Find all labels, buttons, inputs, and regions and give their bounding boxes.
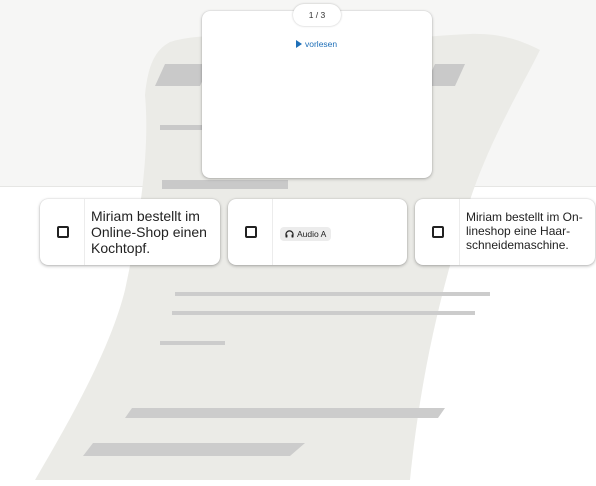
paper-line [175,292,490,296]
headphones-icon [285,230,294,238]
question-card: vorlesen [202,11,432,178]
play-icon [296,40,302,48]
audio-button[interactable]: Audio A [280,227,332,241]
paper-line [160,341,225,345]
paper-line [83,443,305,456]
answer-option-2[interactable]: Audio A [228,199,407,265]
checkbox[interactable] [245,226,257,238]
paper-line [160,125,202,130]
answer-option-1[interactable]: Miriam bestellt im Online-Shop einen Koc… [40,199,220,265]
option-divider [459,199,460,265]
checkbox[interactable] [57,226,69,238]
read-aloud-label: vorlesen [305,39,338,49]
audio-label: Audio A [297,229,327,239]
answer-option-3[interactable]: Miriam bestellt im On-lineshop eine Haar… [415,199,595,265]
option-text: Miriam bestellt im On-lineshop eine Haar… [466,210,583,252]
option-divider [272,199,273,265]
paper-line [172,311,475,315]
option-text: Miriam bestellt im Online-Shop einen Koc… [91,208,207,256]
question-counter: 1 / 3 [293,4,341,26]
option-divider [84,199,85,265]
paper-line [162,180,288,189]
paper-line [125,408,445,418]
checkbox[interactable] [432,226,444,238]
read-aloud-button[interactable]: vorlesen [296,39,337,49]
